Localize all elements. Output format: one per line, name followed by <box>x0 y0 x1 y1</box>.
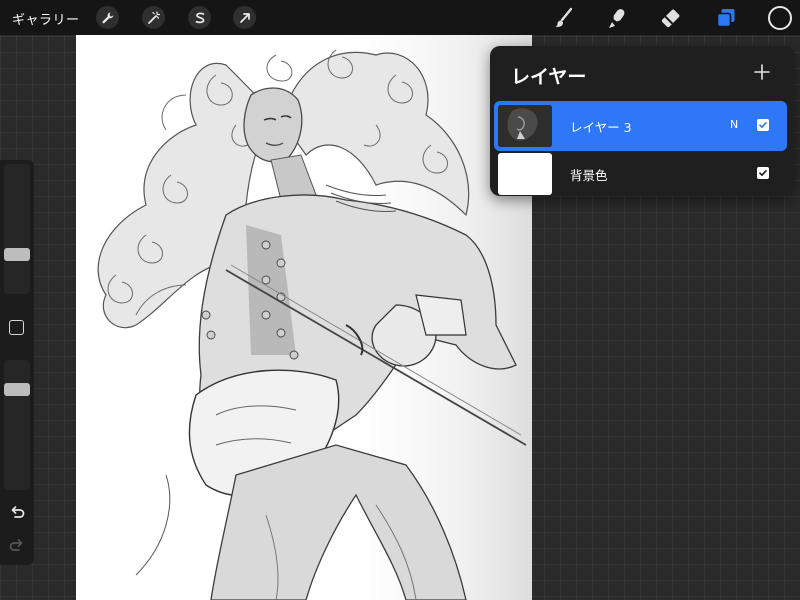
layers-icon[interactable] <box>713 5 739 31</box>
visibility-checkbox[interactable] <box>757 167 769 179</box>
redo-icon[interactable] <box>8 536 26 554</box>
left-sidebar <box>0 160 34 565</box>
layer-name: レイヤー 3 <box>570 120 632 135</box>
add-layer-icon[interactable] <box>752 62 772 82</box>
smudge-icon[interactable] <box>604 5 630 31</box>
undo-icon[interactable] <box>8 503 26 521</box>
eraser-icon[interactable] <box>658 5 684 31</box>
layers-panel-title: レイヤー <box>511 66 587 88</box>
opacity-handle[interactable] <box>4 383 30 397</box>
layer-thumbnail <box>498 105 552 147</box>
transform-arrow-icon[interactable] <box>233 6 256 29</box>
selection-icon[interactable] <box>188 6 211 29</box>
brush-size-slider[interactable] <box>4 164 30 294</box>
layer-row-background-color[interactable]: 背景色 <box>494 149 787 199</box>
blend-mode-button[interactable]: N <box>730 118 738 131</box>
top-toolbar: ギャラリー <box>0 0 800 35</box>
layer-thumbnail <box>498 153 552 195</box>
opacity-slider[interactable] <box>4 360 30 490</box>
visibility-checkbox[interactable] <box>757 119 769 131</box>
brush-size-handle[interactable] <box>4 248 30 262</box>
modify-button[interactable] <box>9 320 24 335</box>
sketch-artwork <box>76 35 532 600</box>
gallery-button[interactable]: ギャラリー <box>12 9 80 28</box>
layers-panel: レイヤー レイヤー 3 N 背景色 <box>490 46 795 196</box>
wrench-icon[interactable] <box>96 6 119 29</box>
layer-row-layer-3[interactable]: レイヤー 3 N <box>494 101 787 151</box>
color-picker-button[interactable] <box>768 6 792 30</box>
drawing-canvas[interactable] <box>76 35 532 600</box>
magic-wand-icon[interactable] <box>142 6 165 29</box>
layer-name: 背景色 <box>570 168 608 183</box>
brush-icon[interactable] <box>551 5 577 31</box>
